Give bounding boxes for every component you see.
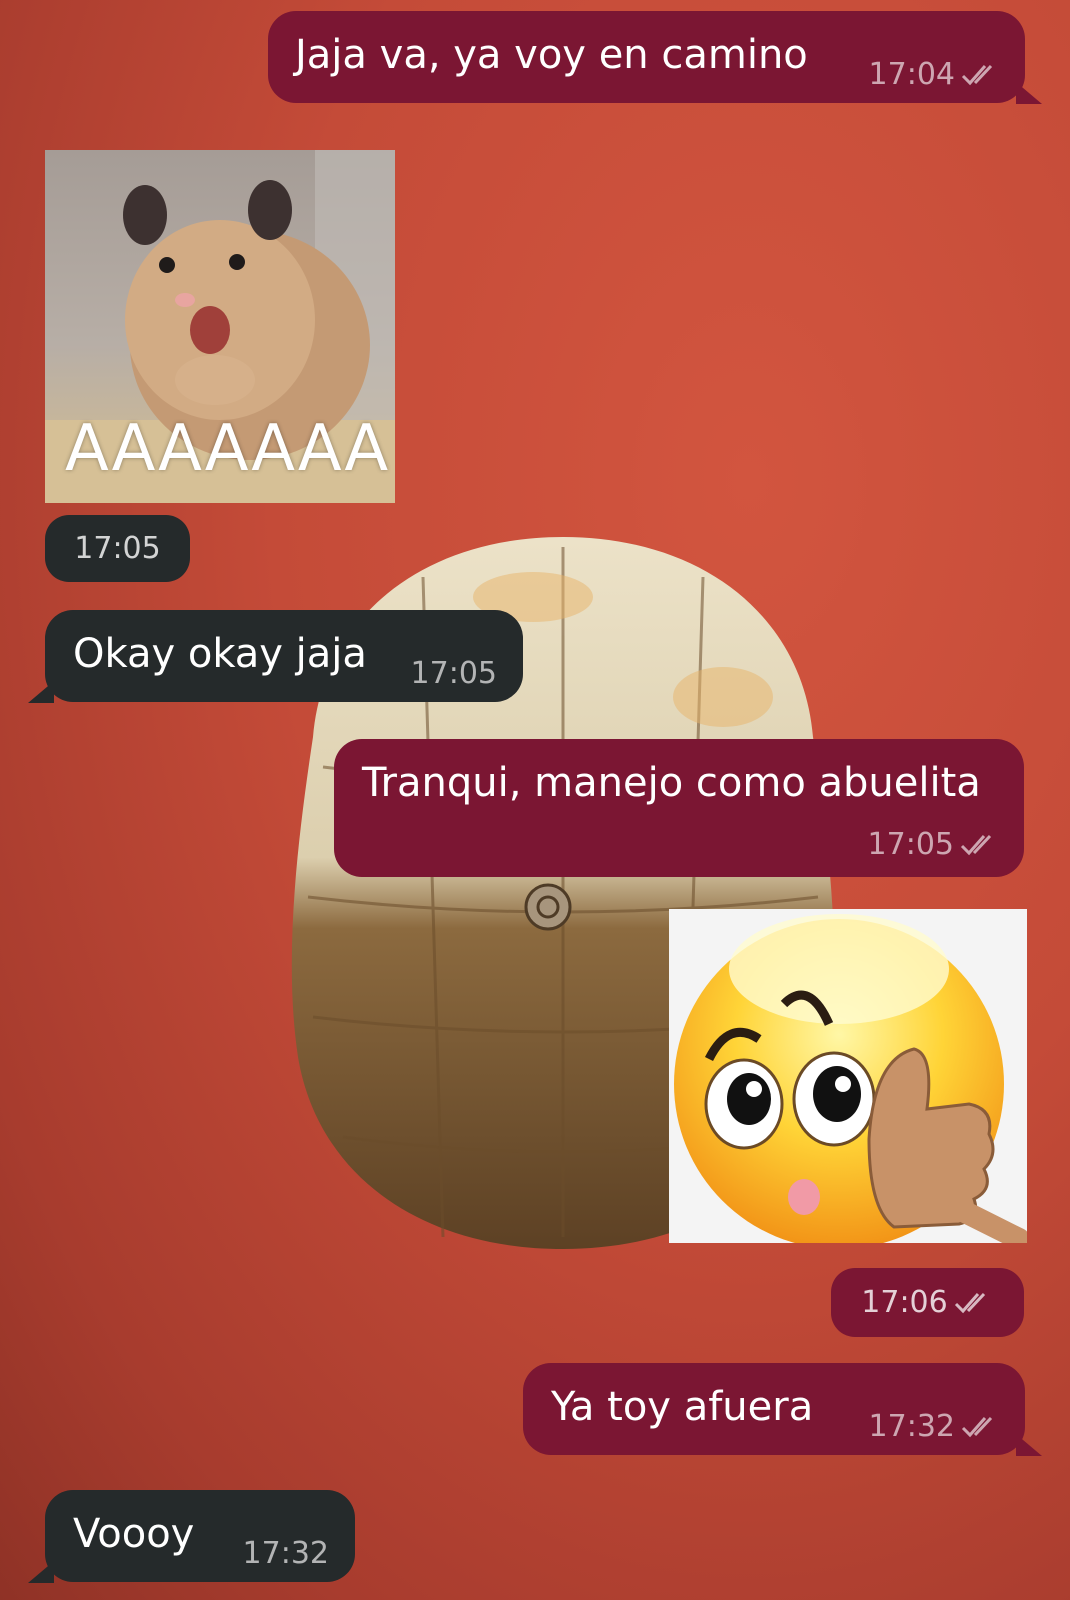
message-time: 17:06 <box>861 1285 948 1320</box>
message-time: 17:05 <box>410 656 497 691</box>
message-text: Ya toy afuera <box>551 1384 814 1430</box>
message-time: 17:05 <box>867 827 954 862</box>
message-time: 17:32 <box>868 1409 955 1444</box>
bubble-tail <box>1016 82 1042 104</box>
message-meta: 17:32 <box>243 1536 329 1571</box>
message-time: 17:04 <box>868 57 955 92</box>
message-time: 17:32 <box>242 1536 329 1571</box>
chat-area[interactable]: Jaja va, ya voy en camino 17:04 AAAAAAA <box>0 0 1070 1600</box>
message-bubble-incoming[interactable]: Okay okay jaja 17:05 <box>45 610 523 702</box>
smiley-thumb-icon <box>674 914 1027 1243</box>
message-text: Tranqui, manejo como abuelita <box>362 760 981 806</box>
message-time: 17:05 <box>74 531 161 566</box>
message-text: Okay okay jaja <box>73 631 367 677</box>
double-check-icon <box>954 1292 985 1313</box>
sticker-time-badge: 17:06 <box>831 1268 1024 1337</box>
bubble-tail <box>28 1561 54 1583</box>
message-bubble-incoming[interactable]: Voooy 17:32 <box>45 1490 355 1582</box>
double-check-icon <box>961 64 993 85</box>
message-bubble-outgoing[interactable]: Tranqui, manejo como abuelita 17:05 <box>334 739 1024 877</box>
sticker-caption: AAAAAAA <box>65 412 390 486</box>
message-meta: 17:05 <box>411 656 497 691</box>
emoji-call-me-hand-sticker[interactable] <box>669 909 1027 1243</box>
message-meta: 17:04 <box>869 57 1001 92</box>
message-text: Voooy <box>73 1511 195 1557</box>
message-meta: 17:05 <box>868 827 1000 862</box>
double-check-icon <box>961 1416 993 1437</box>
hamster-screaming-sticker[interactable]: AAAAAAA <box>45 150 395 503</box>
double-check-icon <box>960 834 992 855</box>
message-text: Jaja va, ya voy en camino <box>295 32 808 78</box>
message-meta: 17:32 <box>869 1409 1001 1444</box>
message-bubble-outgoing[interactable]: Jaja va, ya voy en camino 17:04 <box>268 11 1025 103</box>
message-bubble-outgoing[interactable]: Ya toy afuera 17:32 <box>523 1363 1025 1455</box>
bubble-tail <box>1016 1434 1042 1456</box>
sticker-time-badge: 17:05 <box>45 515 190 582</box>
bubble-tail <box>28 681 54 703</box>
